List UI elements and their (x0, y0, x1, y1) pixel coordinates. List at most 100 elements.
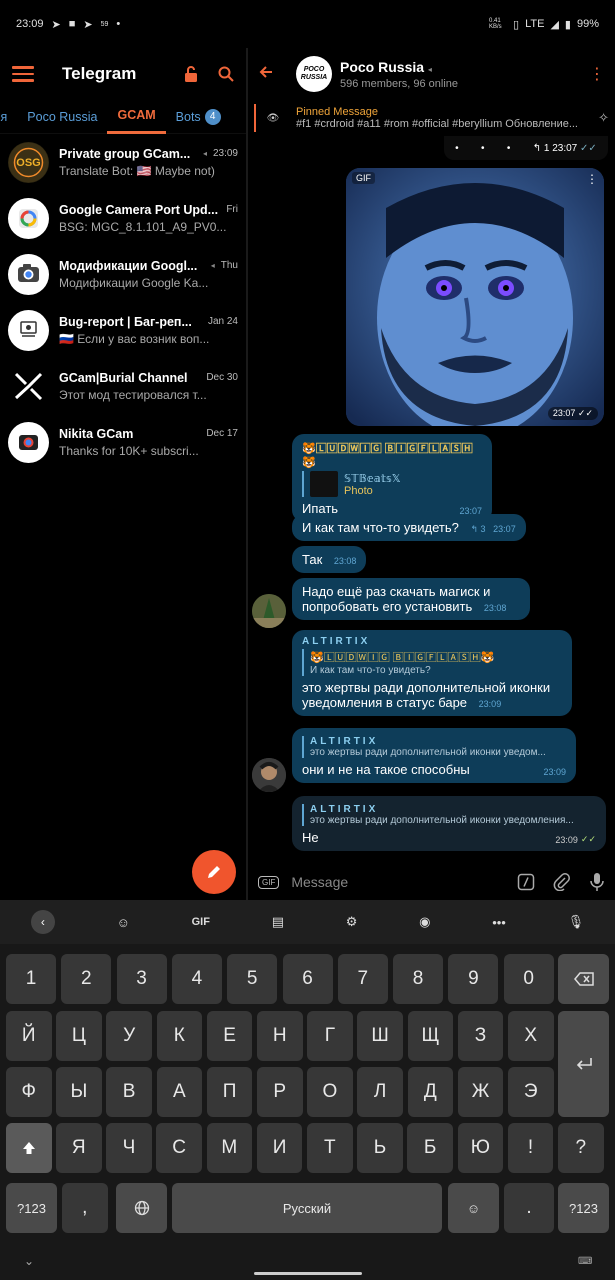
key-8[interactable]: 8 (393, 954, 444, 1004)
key-letter[interactable]: Я (56, 1123, 102, 1173)
reply-count[interactable]: ↰ 1 23:07 ✓✓ (533, 143, 597, 154)
group-info[interactable]: Poco Russia ◂ 596 members, 96 online (340, 59, 458, 90)
settings-gear-icon[interactable]: ⚙ (346, 914, 358, 930)
key-letter[interactable]: Ц (56, 1011, 102, 1061)
key-letter[interactable]: ! (507, 1123, 554, 1173)
shift-key[interactable] (6, 1123, 52, 1173)
message-bubble[interactable]: Надо ещё раз скачать магиск и попробоват… (292, 578, 530, 620)
gif-message[interactable]: GIF ⋮ 23:07 ✓✓ (346, 168, 604, 426)
nav-gesture-bar[interactable] (254, 1272, 362, 1275)
reply-quote[interactable]: 🐯🄻🅄🄳🅆🄸🄶 🄱🄸🄶🄵🄻🄰🅂🄷🐯 И как там что-то увиде… (302, 649, 562, 676)
tab-bots[interactable]: Bots 4 (166, 100, 231, 134)
chevron-left-icon[interactable]: ‹ (30, 910, 55, 934)
attach-icon[interactable] (553, 873, 571, 891)
key-letter[interactable]: Ы (56, 1067, 102, 1117)
key-letter[interactable]: М (206, 1123, 253, 1173)
key-letter[interactable]: Э (508, 1067, 554, 1117)
chat-item[interactable]: Модификации Googl... ◂ Thu Модификации G… (0, 246, 246, 302)
symbols-key[interactable]: ?123 (6, 1183, 57, 1233)
key-letter[interactable]: Ч (106, 1123, 152, 1173)
back-arrow-icon[interactable] (258, 63, 286, 86)
key-letter[interactable]: Р (257, 1067, 303, 1117)
dot-icon[interactable]: • (455, 143, 459, 154)
tab-all[interactable]: ья (0, 100, 17, 134)
chat-item[interactable]: Bug-report | Баг-реп... Jan 24 🇷🇺 Если у… (0, 302, 246, 358)
key-letter[interactable]: Б (407, 1123, 453, 1173)
key-letter[interactable]: Д (407, 1067, 454, 1117)
key-letter[interactable]: Щ (407, 1011, 454, 1061)
keyboard-switch-icon[interactable]: ⌨ (578, 1256, 592, 1267)
chat-item[interactable]: GCam|Burial Channel Dec 30 Этот мод тест… (0, 358, 246, 414)
search-icon[interactable] (218, 66, 234, 82)
avatar[interactable] (252, 594, 286, 628)
more-icon[interactable]: ••• (492, 915, 506, 930)
gif-more-icon[interactable]: ⋮ (586, 172, 598, 186)
gif-key[interactable]: GIF (192, 916, 210, 928)
key-letter[interactable]: З (457, 1011, 504, 1061)
chat-item[interactable]: OSG Private group GCam... ◂ 23:09 Transl… (0, 134, 246, 190)
sticker-icon[interactable]: ☺ (117, 915, 130, 930)
command-icon[interactable] (517, 873, 535, 891)
language-key[interactable] (116, 1183, 167, 1233)
message-bubble[interactable]: ALTIRTIX это жертвы ради дополнительной … (292, 728, 576, 783)
key-letter[interactable]: ? (558, 1123, 604, 1173)
avatar[interactable] (252, 758, 286, 792)
key-letter[interactable]: О (307, 1067, 353, 1117)
message-bubble[interactable]: Так 23:08 (292, 546, 367, 573)
message-bubble[interactable]: 🐯🄻🅄🄳🅆🄸🄶 🄱🄸🄶🄵🄻🄰🅂🄷🐯 𝕊𝕋𝔹𝕖𝕒𝕥𝕤𝕏 Photo Ипать 2… (292, 434, 492, 522)
symbols-key-right[interactable]: ?123 (558, 1183, 609, 1233)
key-letter[interactable]: У (106, 1011, 152, 1061)
pinned-message-bar[interactable]: 👁 Pinned Message #f1 #crdroid #a11 #rom … (248, 100, 615, 136)
key-letter[interactable]: Н (257, 1011, 303, 1061)
key-letter[interactable]: Ь (357, 1123, 403, 1173)
tab-poco-russia[interactable]: Poco Russia (17, 100, 107, 134)
key-letter[interactable]: Т (307, 1123, 353, 1173)
more-options-icon[interactable]: ⋮ (589, 64, 605, 84)
enter-key[interactable] (558, 1011, 609, 1117)
key-7[interactable]: 7 (337, 954, 388, 1004)
space-key[interactable]: Русский (172, 1183, 442, 1233)
key-letter[interactable]: Ш (357, 1011, 403, 1061)
comma-key[interactable]: , (62, 1183, 108, 1233)
reply-quote[interactable]: 𝕊𝕋𝔹𝕖𝕒𝕥𝕤𝕏 Photo (302, 471, 482, 497)
key-1[interactable]: 1 (6, 954, 56, 1004)
key-letter[interactable]: Х (508, 1011, 554, 1061)
emoji-key[interactable]: ☺ (448, 1183, 499, 1233)
chat-item[interactable]: Nikita GCam Dec 17 Thanks for 10K+ subsc… (0, 414, 246, 470)
key-6[interactable]: 6 (282, 954, 333, 1004)
key-letter[interactable]: Ю (457, 1123, 504, 1173)
dot-icon[interactable]: • (507, 143, 511, 154)
key-letter[interactable]: К (156, 1011, 203, 1061)
key-letter[interactable]: А (156, 1067, 203, 1117)
key-2[interactable]: 2 (61, 954, 112, 1004)
chevron-down-icon[interactable]: ⌄ (24, 1254, 34, 1268)
message-bubble[interactable]: И как там что-то увидеть? ↰ 3 23:07 (292, 514, 526, 541)
chat-item[interactable]: Google Camera Port Upd... Fri BSG: MGC_8… (0, 190, 246, 246)
key-3[interactable]: 3 (116, 954, 167, 1004)
tab-gcam[interactable]: GCAM (107, 100, 166, 134)
key-letter[interactable]: С (156, 1123, 202, 1173)
key-letter[interactable]: Ф (6, 1067, 52, 1117)
menu-icon[interactable] (12, 66, 34, 82)
key-5[interactable]: 5 (227, 954, 278, 1004)
clipboard-icon[interactable]: ▤ (272, 914, 284, 930)
reply-quote[interactable]: ALTIRTIX это жертвы ради дополнительной … (302, 736, 566, 758)
lock-icon[interactable] (182, 65, 200, 83)
key-9[interactable]: 9 (448, 954, 499, 1004)
period-key[interactable]: . (504, 1183, 554, 1233)
key-letter[interactable]: И (256, 1123, 303, 1173)
key-letter[interactable]: Ж (457, 1067, 504, 1117)
key-letter[interactable]: П (206, 1067, 253, 1117)
key-letter[interactable]: В (106, 1067, 152, 1117)
group-avatar[interactable]: POCO RUSSIA (296, 56, 332, 92)
message-bubble-outgoing[interactable]: ALTIRTIX это жертвы ради дополнительной … (292, 796, 606, 851)
reply-quote[interactable]: ALTIRTIX это жертвы ради дополнительной … (302, 804, 596, 826)
message-input[interactable]: Message (291, 874, 517, 890)
key-letter[interactable]: Г (307, 1011, 353, 1061)
key-letter[interactable]: Е (206, 1011, 253, 1061)
key-letter[interactable]: Л (357, 1067, 403, 1117)
key-letter[interactable]: Й (6, 1011, 52, 1061)
key-0[interactable]: 0 (503, 954, 554, 1004)
message-bubble[interactable]: ALTIRTIX 🐯🄻🅄🄳🅆🄸🄶 🄱🄸🄶🄵🄻🄰🅂🄷🐯 И как там что… (292, 630, 572, 716)
key-4[interactable]: 4 (171, 954, 222, 1004)
